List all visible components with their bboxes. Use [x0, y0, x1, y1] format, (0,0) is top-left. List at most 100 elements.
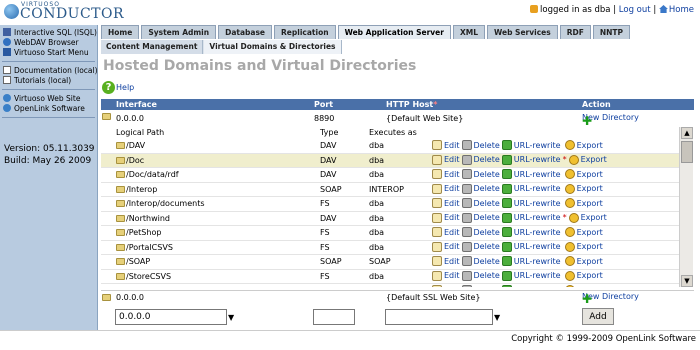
sidebar-item-documentation[interactable]: Documentation (local)	[2, 65, 98, 75]
url-rewrite-icon[interactable]	[501, 183, 512, 194]
export-link[interactable]: Export	[577, 242, 603, 251]
edit-icon[interactable]	[432, 285, 442, 287]
tab-web-services[interactable]: Web Services	[486, 25, 558, 39]
url-rewrite-icon[interactable]	[501, 212, 512, 223]
delete-icon[interactable]	[461, 154, 472, 165]
url-rewrite-link[interactable]: URL-rewrite	[514, 213, 561, 222]
url-rewrite-link[interactable]: URL-rewrite	[514, 257, 561, 266]
url-rewrite-link[interactable]: URL-rewrite	[514, 141, 561, 150]
edit-link[interactable]: Edit	[444, 228, 460, 237]
sidebar-item-isql[interactable]: Interactive SQL (ISQL)	[2, 27, 97, 37]
tab-xml[interactable]: XML	[452, 25, 485, 39]
edit-link[interactable]: Edit	[444, 141, 460, 150]
export-icon[interactable]	[564, 169, 575, 179]
url-rewrite-link[interactable]: URL-rewrite	[514, 184, 561, 193]
delete-icon[interactable]	[461, 183, 472, 194]
export-icon[interactable]	[564, 241, 575, 252]
folder-open-icon[interactable]	[102, 113, 111, 120]
new-directory-link[interactable]: ✚ New Directory	[582, 113, 639, 127]
url-rewrite-link[interactable]: URL-rewrite	[514, 286, 561, 288]
virtuoso-logo[interactable]: VIRTUOSO CONDUCTOR	[3, 1, 124, 23]
sidebar-item-virtuoso-site[interactable]: Virtuoso Web Site	[2, 93, 95, 103]
help-label[interactable]: Help	[116, 83, 134, 92]
sidebar-item-openlink[interactable]: OpenLink Software	[2, 103, 95, 113]
delete-link[interactable]: Delete	[474, 141, 500, 150]
export-icon[interactable]	[568, 212, 579, 223]
tab-database[interactable]: Database	[218, 25, 273, 39]
scroll-down-icon[interactable]: ▼	[681, 275, 693, 287]
delete-icon[interactable]	[461, 198, 472, 208]
delete-link[interactable]: Delete	[474, 170, 500, 179]
edit-link[interactable]: Edit	[444, 155, 460, 164]
vdir-scrollbar[interactable]: ▲ ▼	[679, 127, 693, 287]
edit-link[interactable]: Edit	[444, 286, 460, 288]
delete-icon[interactable]	[461, 256, 472, 266]
url-rewrite-icon[interactable]	[501, 169, 512, 179]
export-icon[interactable]	[568, 154, 579, 165]
edit-icon[interactable]	[432, 256, 442, 266]
url-rewrite-icon[interactable]	[501, 227, 512, 237]
export-link[interactable]: Export	[581, 155, 607, 164]
delete-link[interactable]: Delete	[474, 213, 500, 222]
delete-link[interactable]: Delete	[474, 199, 500, 208]
url-rewrite-icon[interactable]	[501, 256, 512, 266]
delete-link[interactable]: Delete	[474, 271, 500, 280]
delete-icon[interactable]	[461, 270, 472, 281]
url-rewrite-icon[interactable]	[501, 140, 512, 150]
edit-icon[interactable]	[432, 140, 442, 150]
export-link[interactable]: Export	[577, 184, 603, 193]
tab-replication[interactable]: Replication	[274, 25, 336, 39]
delete-link[interactable]: Delete	[474, 257, 500, 266]
edit-link[interactable]: Edit	[444, 184, 460, 193]
delete-link[interactable]: Delete	[474, 286, 500, 288]
delete-icon[interactable]	[461, 285, 472, 287]
subtab-virtual-domains[interactable]: Virtual Domains & Directories	[204, 40, 342, 54]
port-input[interactable]	[313, 309, 355, 325]
sidebar-item-webdav[interactable]: WebDAV Browser	[2, 37, 95, 47]
export-link[interactable]: Export	[577, 257, 603, 266]
home-link[interactable]: Home	[669, 5, 694, 15]
delete-icon[interactable]	[461, 241, 472, 252]
scroll-thumb[interactable]	[681, 141, 693, 163]
add-button[interactable]: Add	[582, 308, 614, 325]
edit-link[interactable]: Edit	[444, 257, 460, 266]
url-rewrite-link[interactable]: URL-rewrite	[514, 199, 561, 208]
edit-link[interactable]: Edit	[444, 213, 460, 222]
logout-link[interactable]: Log out	[619, 5, 651, 15]
export-icon[interactable]	[564, 140, 575, 150]
export-icon[interactable]	[564, 183, 575, 194]
delete-link[interactable]: Delete	[474, 184, 500, 193]
sidebar-item-start-menu[interactable]: Virtuoso Start Menu	[2, 47, 95, 57]
export-link[interactable]: Export	[577, 170, 603, 179]
delete-link[interactable]: Delete	[474, 242, 500, 251]
export-link[interactable]: Export	[577, 271, 603, 280]
export-icon[interactable]	[564, 270, 575, 281]
edit-link[interactable]: Edit	[444, 271, 460, 280]
export-icon[interactable]	[564, 198, 575, 208]
help-link[interactable]: ? Help	[102, 81, 134, 94]
url-rewrite-icon[interactable]	[501, 241, 512, 252]
delete-icon[interactable]	[461, 212, 472, 223]
delete-link[interactable]: Delete	[474, 155, 500, 164]
export-link[interactable]: Export	[577, 228, 603, 237]
edit-link[interactable]: Edit	[444, 199, 460, 208]
edit-icon[interactable]	[432, 270, 442, 281]
delete-icon[interactable]	[461, 227, 472, 237]
export-link[interactable]: Export	[577, 286, 603, 288]
url-rewrite-icon[interactable]	[501, 285, 512, 287]
tab-nntp[interactable]: NNTP	[592, 25, 630, 39]
scroll-up-icon[interactable]: ▲	[681, 127, 693, 139]
url-rewrite-icon[interactable]	[501, 198, 512, 208]
export-icon[interactable]	[564, 256, 575, 266]
folder-icon[interactable]	[102, 294, 111, 301]
edit-icon[interactable]	[432, 154, 442, 165]
edit-icon[interactable]	[432, 183, 442, 194]
url-rewrite-link[interactable]: URL-rewrite	[514, 271, 561, 280]
export-link[interactable]: Export	[577, 141, 603, 150]
edit-link[interactable]: Edit	[444, 170, 460, 179]
url-rewrite-icon[interactable]	[501, 154, 512, 165]
delete-icon[interactable]	[461, 140, 472, 150]
subtab-content-management[interactable]: Content Management	[101, 40, 204, 54]
interface-dropdown-icon[interactable]: ▼	[228, 313, 234, 322]
tab-rdf[interactable]: RDF	[559, 25, 591, 39]
